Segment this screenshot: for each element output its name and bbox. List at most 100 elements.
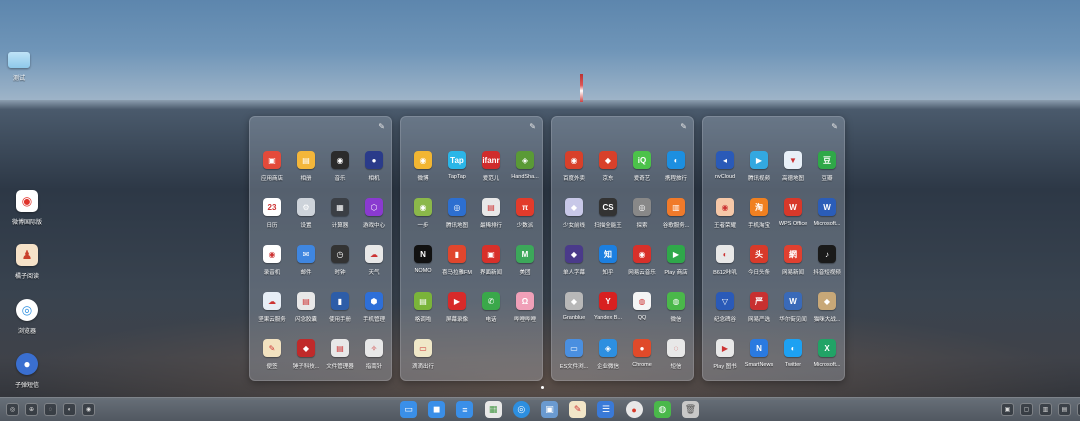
app-icon-tile[interactable]: ▽ 纪念碑谷	[707, 292, 743, 323]
app-icon-tile[interactable]: Y Yandex B...	[590, 292, 626, 321]
app-icon-tile[interactable]: ▤ 相册	[288, 151, 324, 182]
app-icon-tile[interactable]: ▭ ES文件浏...	[556, 339, 592, 370]
edit-icon[interactable]: ✎	[529, 122, 536, 131]
app-icon-tile[interactable]: N SmartNews	[741, 339, 777, 368]
app-icon-tile[interactable]: ◉ 一步	[405, 198, 441, 229]
app-icon-tile[interactable]: ◆ 单人字幕	[556, 245, 592, 276]
tray-icon[interactable]: ◐	[63, 403, 76, 416]
desktop-shortcut[interactable]: ◎ 浏览器	[0, 299, 55, 335]
app-icon-tile[interactable]: ◍ QQ	[624, 292, 660, 321]
app-icon-tile[interactable]: ▤ 最稀排行	[473, 198, 509, 229]
video-icon[interactable]: ◼	[428, 401, 446, 418]
desktop-shortcut[interactable]: ♟ 橘子阅读	[0, 244, 55, 280]
app-icon-tile[interactable]: ◉ 微博	[405, 151, 441, 182]
app-icon-tile[interactable]: W 华尔街见闻	[775, 292, 811, 323]
app-icon-tile[interactable]: 網网易新闻	[775, 245, 811, 276]
app-icon-tile[interactable]: 豆豆瓣	[809, 151, 845, 182]
app-icon-tile[interactable]: ♪ 抖音短视频	[809, 245, 845, 276]
map-icon[interactable]: ▣	[541, 401, 558, 418]
app-icon-tile[interactable]: ● Chrome	[624, 339, 660, 368]
app-icon-tile[interactable]: ▶ 屏幕录像	[439, 292, 475, 323]
app-icon-tile[interactable]: ◂ nvCloud	[707, 151, 743, 180]
edit-icon[interactable]: ✎	[680, 122, 687, 131]
app-icon-tile[interactable]: ◆ 锤子科技...	[288, 339, 324, 370]
app-icon-tile[interactable]: ▣ 界面新闻	[473, 245, 509, 276]
tray-icon[interactable]: ◉	[82, 403, 95, 416]
app-icon-tile[interactable]: ● 相机	[356, 151, 392, 182]
app-icon-tile[interactable]: ▤ 格调啦	[405, 292, 441, 323]
app-icon-tile[interactable]: ◐ Twitter	[775, 339, 811, 368]
notepad-icon[interactable]: ✎	[569, 401, 587, 418]
app-icon-tile[interactable]: ☁ 坚果云服务	[254, 292, 290, 323]
app-icon-tile[interactable]: ◈ 企业微信	[590, 339, 626, 370]
app-icon-tile[interactable]: ◆ 京东	[590, 151, 626, 182]
app-icon-tile[interactable]: N NOMO	[405, 245, 441, 274]
tray-icon[interactable]: ▥	[1039, 403, 1052, 416]
app-icon-tile[interactable]: 23 日历	[254, 198, 290, 229]
app-icon-tile[interactable]: ▼ 高德地图	[775, 151, 811, 182]
app-icon-tile[interactable]: 严网易严选	[741, 292, 777, 323]
app-icon-tile[interactable]: ◉ 录音机	[254, 245, 290, 276]
wechat-icon[interactable]: ◍	[653, 401, 671, 418]
app-icon-tile[interactable]: ☁ 天气	[356, 245, 392, 276]
desktop-shortcut[interactable]: ◉ 微博国际版	[0, 190, 55, 226]
app-icon-tile[interactable]: ◈ HandSha...	[507, 151, 543, 180]
app-icon-tile[interactable]: ▶ Play 商店	[658, 245, 694, 276]
app-icon-tile[interactable]: ◆ 少女前线	[556, 198, 592, 229]
tray-icon[interactable]: ◎	[6, 403, 19, 416]
tray-icon[interactable]: ◌	[44, 403, 57, 416]
app-icon-tile[interactable]: ◎ 探索	[624, 198, 660, 229]
app-icon-tile[interactable]: M 美团	[507, 245, 543, 276]
app-icon-tile[interactable]: W WPS Office	[775, 198, 811, 227]
page-indicator[interactable]	[541, 386, 544, 389]
app-icon-tile[interactable]: X Microsoft...	[809, 339, 845, 368]
app-icon-tile[interactable]: ✉ 邮件	[288, 245, 324, 276]
browser-icon[interactable]: ◎	[512, 401, 530, 418]
app-icon-tile[interactable]: ✎ 便签	[254, 339, 290, 370]
app-icon-tile[interactable]: ▶ Play 图书	[707, 339, 743, 370]
app-icon-tile[interactable]: ▤ 文件管理器	[322, 339, 358, 370]
app-icon-tile[interactable]: ifanr 爱范儿	[473, 151, 509, 182]
app-icon-tile[interactable]: ◐ B612咔叽	[707, 245, 743, 276]
app-icon-tile[interactable]: Tap TapTap	[439, 151, 475, 180]
edit-icon[interactable]: ✎	[378, 122, 385, 131]
app-icon-tile[interactable]: ◉ 音乐	[322, 151, 358, 182]
tray-icon[interactable]: ▢	[1020, 403, 1033, 416]
app-icon-tile[interactable]: ◉ 百度外卖	[556, 151, 592, 182]
app-icon-tile[interactable]: ▤ 闪念胶囊	[288, 292, 324, 323]
app-icon-tile[interactable]: ▭ 滴滴出行	[405, 339, 441, 370]
app-icon-tile[interactable]: ▦ 计算器	[322, 198, 358, 229]
trash-icon[interactable]: 🗑	[682, 401, 699, 418]
desktop-shortcut[interactable]: ● 子弹短信	[0, 353, 55, 389]
app-icon-tile[interactable]: ✆ 电话	[473, 292, 509, 323]
app-icon-tile[interactable]: ◆ 猫咪大战...	[809, 292, 845, 323]
app-icon-tile[interactable]: ◉ 网易云音乐	[624, 245, 660, 276]
app-icon-tile[interactable]: ◷ 时钟	[322, 245, 358, 276]
app-icon-tile[interactable]: 知知乎	[590, 245, 626, 276]
app-icon-tile[interactable]: ▶ 腾讯视频	[741, 151, 777, 182]
app-icon-tile[interactable]: CS 扫描全能王	[590, 198, 626, 229]
app-icon-tile[interactable]: π 少数派	[507, 198, 543, 229]
app-icon-tile[interactable]: 淘手机淘宝	[741, 198, 777, 229]
app-icon-tile[interactable]: ⬢ 手机管理	[356, 292, 392, 323]
app-icon-tile[interactable]: ◍ 微信	[658, 292, 694, 323]
app-icon-tile[interactable]: ▥ 谷歌服务...	[658, 198, 694, 229]
chrome-icon[interactable]: ●	[625, 401, 643, 418]
app-icon-tile[interactable]: ⚙ 设置	[288, 198, 324, 229]
app-icon-tile[interactable]: ◎ 腾讯地图	[439, 198, 475, 229]
app-icon-tile[interactable]: iQ 爱奇艺	[624, 151, 660, 182]
app-icon-tile[interactable]: ▮ 使用手册	[322, 292, 358, 323]
chat-icon[interactable]: ▭	[400, 401, 417, 418]
app-icon-tile[interactable]: ✧ 指南针	[356, 339, 392, 370]
tray-icon[interactable]: ⊕	[25, 403, 38, 416]
app-icon-tile[interactable]: ⬡ 游戏中心	[356, 198, 392, 229]
tray-icon[interactable]: ▣	[1001, 403, 1014, 416]
desktop-folder[interactable]: 测试	[0, 52, 47, 82]
app-icon-tile[interactable]: ◆ Granblue	[556, 292, 592, 321]
app-icon-tile[interactable]: ▣ 应用商店	[254, 151, 290, 182]
app-icon-tile[interactable]: W Microsoft...	[809, 198, 845, 227]
app-icon-tile[interactable]: ◉ 王者荣耀	[707, 198, 743, 229]
notes-icon[interactable]: ≡	[456, 401, 474, 418]
gallery-icon[interactable]: ▦	[484, 401, 502, 418]
tray-icon[interactable]: ▤	[1058, 403, 1071, 416]
